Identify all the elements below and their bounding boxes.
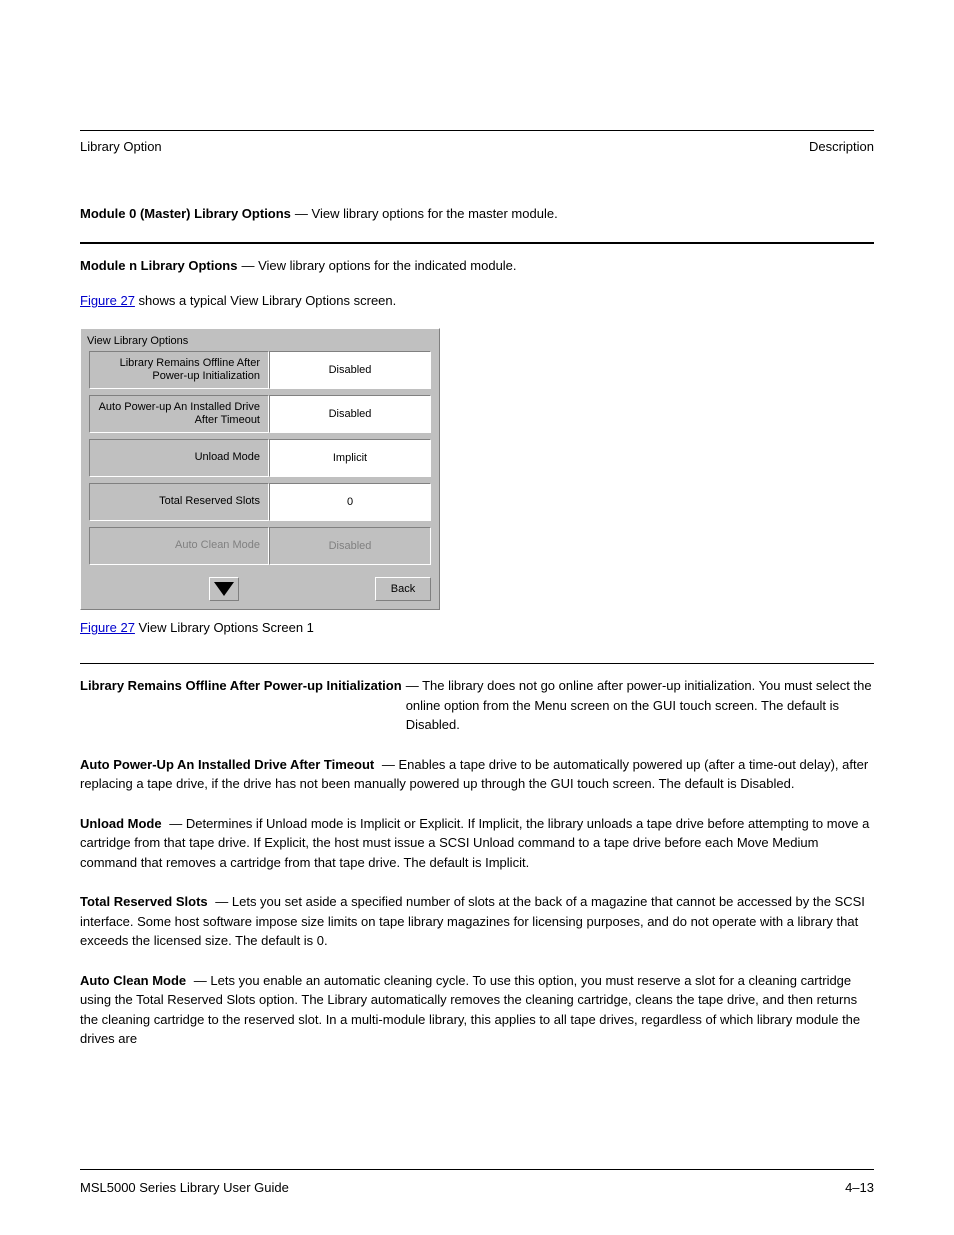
option-desc: — View library options for the master mo… bbox=[295, 204, 558, 224]
scroll-down-button[interactable] bbox=[209, 577, 239, 601]
footer-right: 4–13 bbox=[845, 1180, 874, 1195]
option-item-desc: — Lets you enable an automatic cleaning … bbox=[80, 973, 860, 1047]
divider bbox=[80, 663, 874, 664]
option-module0: Module 0 (Master) Library Options — View… bbox=[80, 204, 874, 224]
option-label: Unload Mode bbox=[89, 439, 269, 477]
back-button[interactable]: Back bbox=[375, 577, 431, 601]
option-row: Auto Power-up An Installed Drive After T… bbox=[89, 395, 431, 433]
option-item-name: Library Remains Offline After Power-up I… bbox=[80, 676, 402, 696]
divider bbox=[80, 242, 874, 244]
option-item-name: Total Reserved Slots bbox=[80, 894, 208, 909]
figure-ref-link[interactable]: Figure 27 bbox=[80, 293, 135, 308]
window-title: View Library Options bbox=[81, 329, 439, 351]
option-desc: — View library options for the indicated… bbox=[241, 256, 516, 276]
option-value: Disabled bbox=[269, 527, 431, 565]
view-library-options-window: View Library Options Library Remains Off… bbox=[80, 328, 440, 610]
option-row: Auto Clean Mode Disabled bbox=[89, 527, 431, 565]
chevron-down-icon bbox=[214, 582, 234, 596]
option-item: Library Remains Offline After Power-up I… bbox=[80, 676, 874, 735]
option-value[interactable]: Disabled bbox=[269, 395, 431, 433]
option-value[interactable]: Implicit bbox=[269, 439, 431, 477]
figure-title: View Library Options Screen 1 bbox=[139, 620, 314, 635]
option-value[interactable]: Disabled bbox=[269, 351, 431, 389]
option-item-desc: — The library does not go online after p… bbox=[406, 676, 874, 735]
option-name: Module 0 (Master) Library Options bbox=[80, 204, 291, 224]
header-left: Library Option bbox=[80, 139, 162, 154]
option-item-name: Unload Mode bbox=[80, 816, 162, 831]
figure-ref-text: shows a typical View Library Options scr… bbox=[135, 293, 396, 308]
option-item-desc: — Determines if Unload mode is Implicit … bbox=[80, 816, 869, 870]
option-label: Total Reserved Slots bbox=[89, 483, 269, 521]
option-item-name: Auto Clean Mode bbox=[80, 973, 186, 988]
page-footer: MSL5000 Series Library User Guide 4–13 bbox=[80, 1169, 874, 1195]
option-item: Total Reserved Slots — Lets you set asid… bbox=[80, 892, 874, 951]
option-label: Auto Power-up An Installed Drive After T… bbox=[89, 395, 269, 433]
figure-caption: Figure 27 View Library Options Screen 1 bbox=[80, 620, 874, 635]
option-item: Auto Clean Mode — Lets you enable an aut… bbox=[80, 971, 874, 1049]
option-row: Total Reserved Slots 0 bbox=[89, 483, 431, 521]
screenshot-figure: View Library Options Library Remains Off… bbox=[80, 328, 874, 610]
figure-number-link[interactable]: Figure 27 bbox=[80, 620, 135, 635]
option-value[interactable]: 0 bbox=[269, 483, 431, 521]
option-item: Auto Power-Up An Installed Drive After T… bbox=[80, 755, 874, 794]
option-name: Module n Library Options bbox=[80, 256, 237, 276]
footer-left: MSL5000 Series Library User Guide bbox=[80, 1180, 289, 1195]
option-label: Auto Clean Mode bbox=[89, 527, 269, 565]
table-header: Library Option Description bbox=[80, 139, 874, 154]
option-item: Unload Mode — Determines if Unload mode … bbox=[80, 814, 874, 873]
option-row: Unload Mode Implicit bbox=[89, 439, 431, 477]
option-label: Library Remains Offline After Power-up I… bbox=[89, 351, 269, 389]
option-modulen: Module n Library Options — View library … bbox=[80, 256, 874, 276]
option-item-name: Auto Power-Up An Installed Drive After T… bbox=[80, 757, 374, 772]
header-right: Description bbox=[809, 139, 874, 154]
option-row: Library Remains Offline After Power-up I… bbox=[89, 351, 431, 389]
